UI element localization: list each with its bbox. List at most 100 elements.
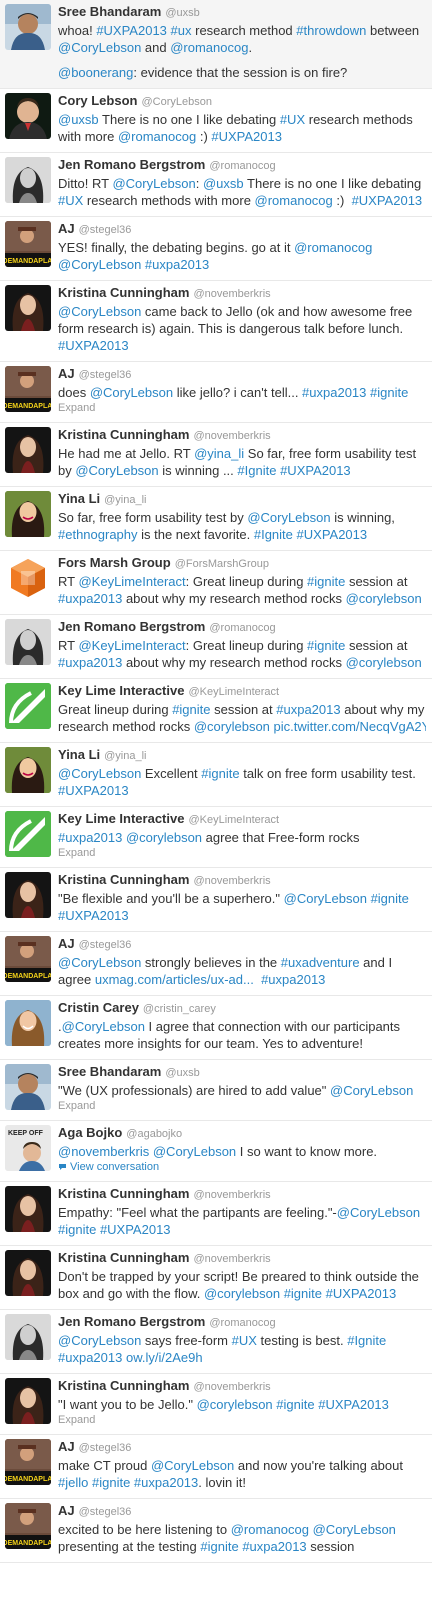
tweet-link[interactable]: @CoryLebson xyxy=(330,1083,413,1098)
tweet-link[interactable]: #UXPA2013 xyxy=(58,783,129,798)
avatar[interactable] xyxy=(5,683,51,729)
avatar[interactable] xyxy=(5,491,51,537)
user-fullname[interactable]: Key Lime Interactive xyxy=(58,811,184,826)
tweet-link[interactable]: @corylebson xyxy=(204,1286,280,1301)
user-handle[interactable]: @KeyLimeInteract xyxy=(188,814,279,826)
user-handle[interactable]: @romanocog xyxy=(209,1317,275,1329)
tweet-link[interactable]: pic.twitter.com/NecqVgA2Y xyxy=(274,719,426,734)
tweet-link[interactable]: @CoryLebson xyxy=(151,1458,234,1473)
avatar[interactable] xyxy=(5,1000,51,1046)
tweet-link[interactable]: #UX xyxy=(280,112,305,127)
avatar[interactable] xyxy=(5,555,51,601)
user-handle[interactable]: @yina_li xyxy=(104,750,146,762)
tweet-link[interactable]: #UXPA2013 xyxy=(318,1397,389,1412)
user-fullname[interactable]: AJ xyxy=(58,1439,75,1454)
expand-label[interactable]: Expand xyxy=(58,847,95,859)
tweet-link[interactable]: @corylebson xyxy=(346,591,422,606)
user-handle[interactable]: @uxsb xyxy=(165,7,199,19)
avatar[interactable]: #DEMANDAPLAN xyxy=(5,366,51,412)
tweet[interactable]: Yina Li @yina_li So far, free form usabili… xyxy=(0,487,432,551)
expand-label[interactable]: Expand xyxy=(58,1414,95,1426)
expand-label[interactable]: Expand xyxy=(58,402,95,414)
avatar[interactable] xyxy=(5,1186,51,1232)
tweet[interactable]: Jen Romano Bergstrom @romanocog RT @KeyLim… xyxy=(0,615,432,679)
tweet-link[interactable]: #uxpa2013 xyxy=(261,972,325,987)
user-fullname[interactable]: AJ xyxy=(58,1503,75,1518)
user-handle[interactable]: @novemberkris xyxy=(193,875,270,887)
tweet-link[interactable]: @CoryLebson xyxy=(247,510,330,525)
tweet-link[interactable]: #ignite xyxy=(58,1222,96,1237)
avatar[interactable] xyxy=(5,4,51,50)
user-handle[interactable]: @novemberkris xyxy=(193,430,270,442)
tweet-link[interactable]: #ignite xyxy=(200,1539,238,1554)
tweet-link[interactable]: @CoryLebson xyxy=(58,766,141,781)
tweet[interactable]: #DEMANDAPLAN AJ @stegel36 does @CoryLebson … xyxy=(0,362,432,423)
tweet-link[interactable]: @CoryLebson xyxy=(313,1522,396,1537)
tweet[interactable]: Yina Li @yina_li @CoryLebson Excellent #ig… xyxy=(0,743,432,807)
tweet-link[interactable]: @CoryLebson xyxy=(58,304,141,319)
user-handle[interactable]: @stegel36 xyxy=(79,939,132,951)
tweet-link[interactable]: #ignite xyxy=(370,385,408,400)
tweet-link[interactable]: @uxsb xyxy=(58,112,99,127)
tweet[interactable]: Key Lime Interactive @KeyLimeInteract Grea… xyxy=(0,679,432,743)
user-fullname[interactable]: Yina Li xyxy=(58,747,100,762)
user-fullname[interactable]: Jen Romano Bergstrom xyxy=(58,1314,205,1329)
avatar[interactable] xyxy=(5,1378,51,1424)
tweet-link[interactable]: #jello xyxy=(58,1475,88,1490)
tweet-link[interactable]: #UX xyxy=(58,193,83,208)
user-handle[interactable]: @stegel36 xyxy=(79,1442,132,1454)
tweet-link[interactable]: #ignite xyxy=(92,1475,130,1490)
avatar[interactable] xyxy=(5,811,51,857)
tweet-link[interactable]: #UXPA2013 xyxy=(100,1222,171,1237)
user-handle[interactable]: @romanocog xyxy=(209,160,275,172)
expand-link[interactable]: Expand xyxy=(58,1099,426,1113)
tweet-link[interactable]: #uxpa2013 xyxy=(58,1350,122,1365)
tweet-link[interactable]: #uxpa2013 xyxy=(58,655,122,670)
tweet-link[interactable]: #uxadventure xyxy=(281,955,360,970)
tweet-link[interactable]: #ux xyxy=(171,23,192,38)
tweet-link[interactable]: @KeyLimeInteract xyxy=(78,638,185,653)
tweet-link[interactable]: @CoryLebson xyxy=(284,891,367,906)
tweet[interactable]: Kristina Cunningham @novemberkris @CoryLeb… xyxy=(0,281,432,362)
avatar[interactable] xyxy=(5,1064,51,1110)
view-conversation-label[interactable]: View conversation xyxy=(70,1161,159,1173)
user-fullname[interactable]: Kristina Cunningham xyxy=(58,427,189,442)
user-fullname[interactable]: Jen Romano Bergstrom xyxy=(58,157,205,172)
tweet[interactable]: #DEMANDAPLAN AJ @stegel36 excited to be her… xyxy=(0,1499,432,1563)
user-handle[interactable]: @novemberkris xyxy=(193,1381,270,1393)
tweet-link[interactable]: @corylebson xyxy=(194,719,270,734)
user-handle[interactable]: @stegel36 xyxy=(79,224,132,236)
view-conversation-link[interactable]: View conversation xyxy=(58,1160,426,1174)
user-fullname[interactable]: Sree Bhandaram xyxy=(58,1064,161,1079)
user-handle[interactable]: @KeyLimeInteract xyxy=(188,686,279,698)
tweet-link[interactable]: #UXPA2013 xyxy=(326,1286,397,1301)
user-handle[interactable]: @ForsMarshGroup xyxy=(175,558,269,570)
tweet-link[interactable]: #UXPA2013 xyxy=(211,129,282,144)
avatar[interactable] xyxy=(5,872,51,918)
tweet-link[interactable]: @corylebson xyxy=(346,655,422,670)
tweet-link[interactable]: #ignite xyxy=(276,1397,314,1412)
tweet-link[interactable]: @CoryLebson xyxy=(58,1333,141,1348)
tweet[interactable]: KEEP OFF Aga Bojko @agabojko @novemberkris … xyxy=(0,1121,432,1182)
tweet-link[interactable]: @romanocog xyxy=(294,240,372,255)
tweet[interactable]: Cory Lebson @CoryLebson @uxsb There is no … xyxy=(0,89,432,153)
avatar[interactable] xyxy=(5,285,51,331)
avatar[interactable] xyxy=(5,427,51,473)
user-fullname[interactable]: Cory Lebson xyxy=(58,93,137,108)
tweet-link[interactable]: @CoryLebson xyxy=(58,40,141,55)
tweet[interactable]: Fors Marsh Group @ForsMarshGroup RT @KeyLi… xyxy=(0,551,432,615)
user-fullname[interactable]: Kristina Cunningham xyxy=(58,1250,189,1265)
tweet-link[interactable]: #UXPA2013 xyxy=(96,23,167,38)
user-fullname[interactable]: Key Lime Interactive xyxy=(58,683,184,698)
tweet-link[interactable]: #ethnography xyxy=(58,527,138,542)
tweet-link[interactable]: @romanocog xyxy=(231,1522,309,1537)
avatar[interactable] xyxy=(5,1250,51,1296)
tweet-link[interactable]: #Ignite xyxy=(347,1333,386,1348)
tweet-link[interactable]: #UX xyxy=(232,1333,257,1348)
tweet-link[interactable]: uxmag.com/articles/ux-ad... xyxy=(95,972,254,987)
tweet[interactable]: Sree Bhandaram @uxsb whoa! #UXPA2013 #ux r… xyxy=(0,0,432,89)
user-fullname[interactable]: Sree Bhandaram xyxy=(58,4,161,19)
user-handle[interactable]: @stegel36 xyxy=(79,369,132,381)
user-fullname[interactable]: Kristina Cunningham xyxy=(58,1378,189,1393)
tweet-link[interactable]: @yina_li xyxy=(194,446,244,461)
